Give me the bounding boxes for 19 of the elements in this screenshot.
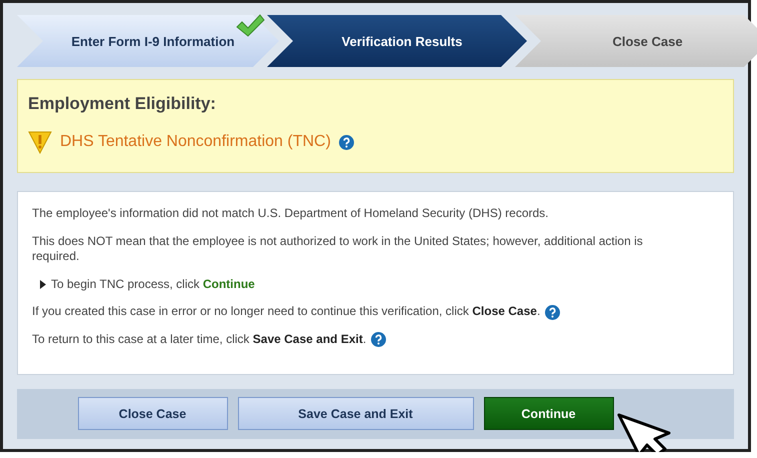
message-text: The employee's information did not match U.S. Department of Homeland Security (DHS) records. [32,206,549,222]
warning-icon [28,130,52,154]
help-icon[interactable] [371,332,386,348]
eligibility-result: DHS Tentative Nonconfirmation (TNC) [60,133,331,151]
action-button[interactable]: Close Case [78,397,228,430]
help-icon[interactable] [338,134,354,150]
progress-step: Enter Form I-9 Information [17,15,279,67]
action-button[interactable]: Continue [484,397,614,430]
message-text: If you created this case in error or no longer need to continue this verification, click Close Case. [32,304,540,320]
progress-step: Close Case [515,15,757,67]
triangle-bullet-icon [40,280,46,290]
checkmark-icon [235,13,265,39]
eligibility-heading: Employment Eligibility: [28,94,217,114]
action-button[interactable]: Save Case and Exit [238,397,474,430]
message-text: To begin TNC process, click Continue [51,276,255,292]
help-icon[interactable] [545,304,560,320]
message-text: To return to this case at a later time, click Save Case and Exit. [32,332,366,348]
progress-step: Verification Results [267,15,527,67]
message-text: This does NOT mean that the employee is not authorized to work in the United States; however, additional action is required. [32,234,643,265]
